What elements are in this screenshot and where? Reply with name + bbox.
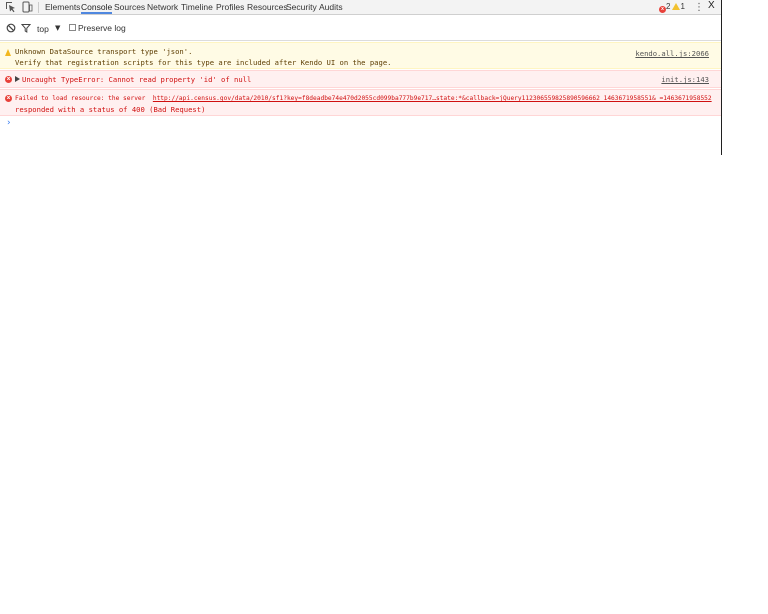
close-devtools-button[interactable]: X	[708, 0, 718, 14]
tab-timeline[interactable]: Timeline	[181, 1, 213, 14]
console-toolbar: top ▼ Preserve log	[0, 16, 721, 41]
console-message-warning: Unknown DataSource transport type 'json'…	[0, 42, 721, 69]
tab-resources[interactable]: Resources	[247, 1, 288, 14]
preserve-log-checkbox[interactable]	[69, 24, 76, 31]
expand-message-toggle[interactable]: Uncaught TypeError: Cannot read property…	[15, 74, 251, 85]
resource-url-link[interactable]: http://api.census.gov/data/2010/sf1?key=…	[153, 95, 712, 102]
filter-icon[interactable]	[20, 23, 33, 35]
message-text: Uncaught TypeError: Cannot read property…	[22, 75, 252, 84]
warning-icon	[5, 49, 11, 56]
tab-elements[interactable]: Elements	[45, 1, 80, 14]
tab-console[interactable]: Console	[81, 1, 113, 14]
message-text-line2: responded with a status of 400 (Bad Requ…	[15, 105, 206, 114]
execution-context-select[interactable]: top	[37, 24, 49, 34]
console-prompt-input[interactable]: ›	[6, 118, 11, 128]
devtools-tab-bar: Elements Console Sources Network Timelin…	[0, 0, 721, 15]
tab-profiles[interactable]: Profiles	[216, 1, 244, 14]
tab-network[interactable]: Network	[147, 1, 178, 14]
message-text-line2: Verify that registration scripts for thi…	[15, 58, 392, 67]
clear-console-icon[interactable]	[6, 23, 18, 35]
error-icon: x	[5, 95, 12, 102]
error-badge-icon: x	[659, 6, 666, 13]
tab-sources[interactable]: Sources	[114, 1, 145, 14]
console-message-error: x Uncaught TypeError: Cannot read proper…	[0, 70, 721, 88]
source-link[interactable]: kendo.all.js:2066	[635, 48, 709, 59]
inspect-element-icon[interactable]	[5, 1, 17, 13]
devtools-panel: Elements Console Sources Network Timelin…	[0, 0, 722, 155]
message-counts[interactable]: x21	[659, 1, 685, 13]
device-mode-icon[interactable]	[21, 1, 33, 13]
expand-triangle-icon[interactable]	[15, 76, 20, 82]
error-count: 2	[666, 2, 671, 11]
tab-audits[interactable]: Audits	[319, 1, 343, 14]
message-text: Unknown DataSource transport type 'json'…	[15, 47, 193, 56]
toolbar-divider	[38, 2, 39, 13]
message-text: Failed to load resource: the server	[15, 95, 153, 102]
warning-count: 1	[680, 2, 685, 11]
more-menu-icon[interactable]: ⋮	[694, 0, 704, 15]
error-icon: x	[5, 76, 12, 83]
preserve-log-label: Preserve log	[78, 23, 126, 33]
source-link[interactable]: init.js:143	[661, 74, 709, 85]
console-message-error: x Failed to load resource: the server ht…	[0, 89, 721, 116]
chevron-down-icon[interactable]: ▼	[55, 24, 60, 32]
tab-security[interactable]: Security	[286, 1, 317, 14]
